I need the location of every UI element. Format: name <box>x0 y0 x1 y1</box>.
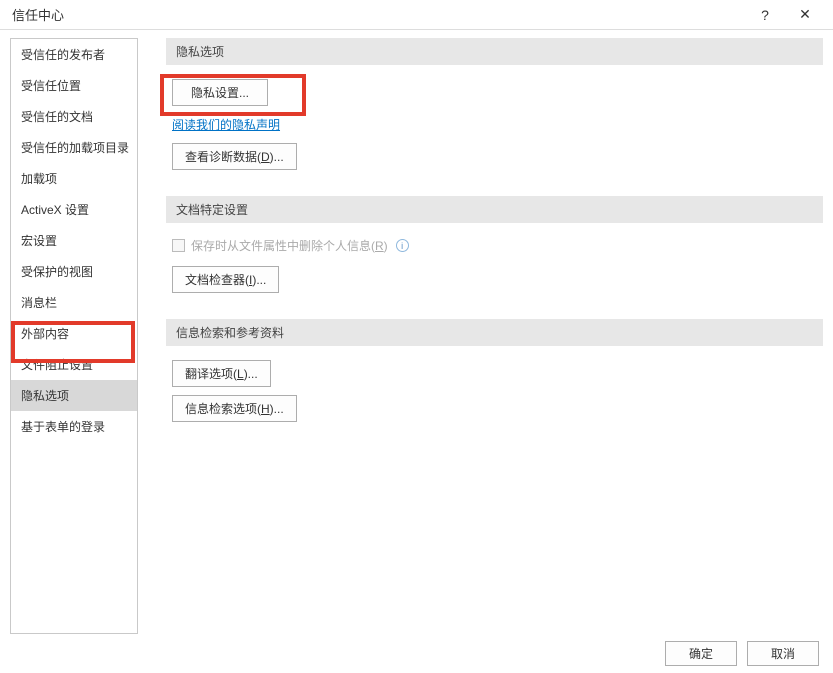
help-icon[interactable]: ? <box>745 1 785 29</box>
sidebar-item-activex-settings[interactable]: ActiveX 设置 <box>11 194 137 225</box>
sidebar-item-external-content[interactable]: 外部内容 <box>11 318 137 349</box>
info-icon[interactable]: i <box>396 239 409 252</box>
section-privacy-options: 隐私选项 隐私设置... 阅读我们的隐私声明 查看诊断数据(D)... <box>166 38 823 178</box>
research-options-button[interactable]: 信息检索选项(H)... <box>172 395 297 422</box>
sidebar-item-trusted-documents[interactable]: 受信任的文档 <box>11 101 137 132</box>
close-icon[interactable]: ✕ <box>785 1 825 29</box>
ok-button[interactable]: 确定 <box>665 641 737 666</box>
sidebar-item-trusted-publishers[interactable]: 受信任的发布者 <box>11 39 137 70</box>
section-research-reference: 信息检索和参考资料 翻译选项(L)... 信息检索选项(H)... <box>166 319 823 430</box>
dialog-footer: 确定 取消 <box>0 634 833 672</box>
section-header-privacy: 隐私选项 <box>166 38 823 65</box>
dialog-body: 受信任的发布者 受信任位置 受信任的文档 受信任的加载项目录 加载项 Activ… <box>0 30 833 634</box>
content-panel: 隐私选项 隐私设置... 阅读我们的隐私声明 查看诊断数据(D)... 文档特定… <box>138 38 823 634</box>
section-header-docspec: 文档特定设置 <box>166 196 823 223</box>
privacy-statement-link[interactable]: 阅读我们的隐私声明 <box>172 116 280 133</box>
privacy-settings-button[interactable]: 隐私设置... <box>172 79 268 106</box>
remove-personal-info-label: 保存时从文件属性中删除个人信息(R) <box>191 237 388 254</box>
sidebar: 受信任的发布者 受信任位置 受信任的文档 受信任的加载项目录 加载项 Activ… <box>10 38 138 634</box>
view-diagnostic-data-button[interactable]: 查看诊断数据(D)... <box>172 143 297 170</box>
sidebar-item-file-block-settings[interactable]: 文件阻止设置 <box>11 349 137 380</box>
sidebar-item-message-bar[interactable]: 消息栏 <box>11 287 137 318</box>
document-inspector-button[interactable]: 文档检查器(I)... <box>172 266 279 293</box>
sidebar-item-form-based-signin[interactable]: 基于表单的登录 <box>11 411 137 442</box>
dialog-title: 信任中心 <box>12 5 64 24</box>
sidebar-item-trusted-addin-catalogs[interactable]: 受信任的加载项目录 <box>11 132 137 163</box>
remove-personal-info-checkbox-row: 保存时从文件属性中删除个人信息(R) i <box>172 237 823 254</box>
titlebar: 信任中心 ? ✕ <box>0 0 833 30</box>
cancel-button[interactable]: 取消 <box>747 641 819 666</box>
section-document-specific: 文档特定设置 保存时从文件属性中删除个人信息(R) i 文档检查器(I)... <box>166 196 823 301</box>
remove-personal-info-checkbox[interactable] <box>172 239 185 252</box>
sidebar-item-macro-settings[interactable]: 宏设置 <box>11 225 137 256</box>
section-header-research: 信息检索和参考资料 <box>166 319 823 346</box>
sidebar-item-protected-view[interactable]: 受保护的视图 <box>11 256 137 287</box>
sidebar-item-trusted-locations[interactable]: 受信任位置 <box>11 70 137 101</box>
sidebar-item-addins[interactable]: 加载项 <box>11 163 137 194</box>
translation-options-button[interactable]: 翻译选项(L)... <box>172 360 271 387</box>
sidebar-item-privacy-options[interactable]: 隐私选项 <box>11 380 137 411</box>
